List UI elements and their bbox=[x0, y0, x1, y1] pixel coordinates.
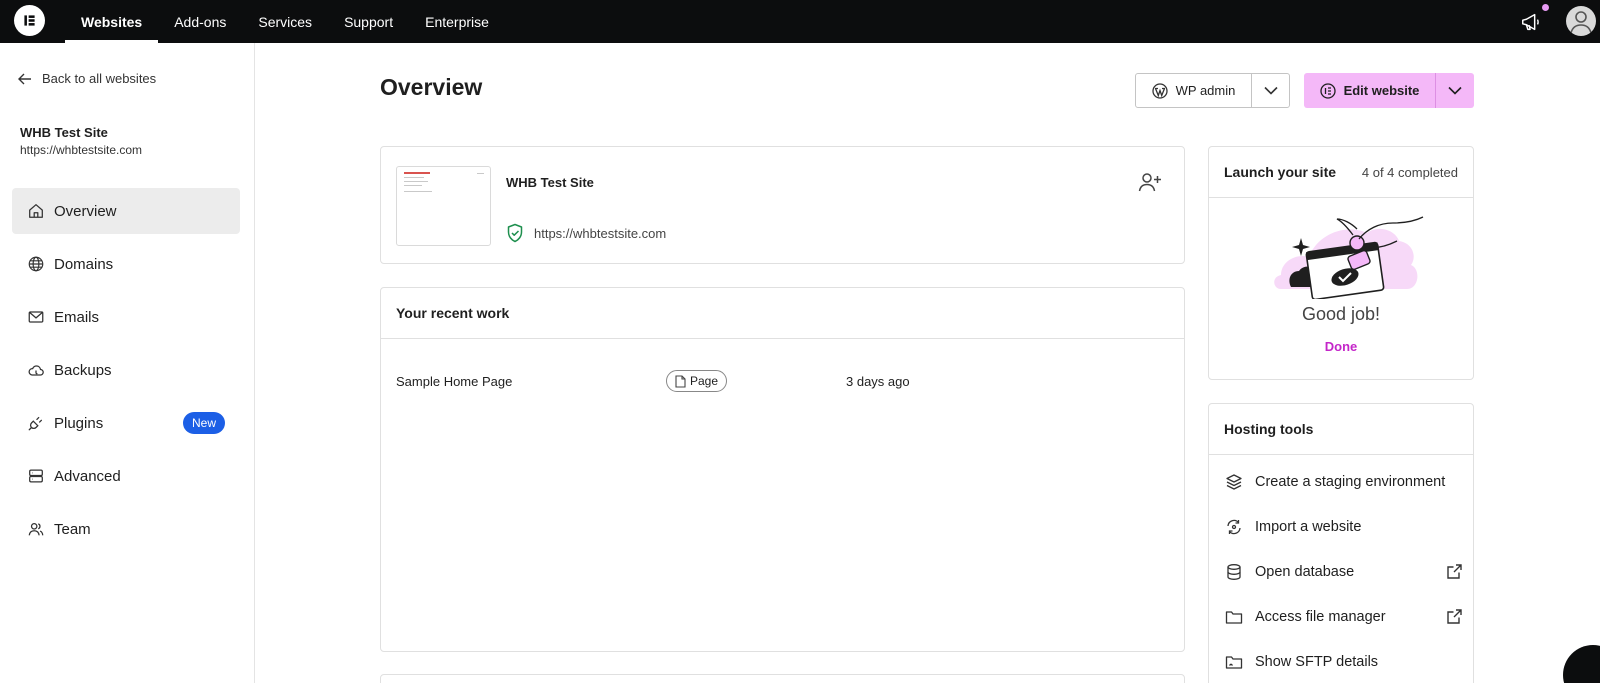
tool-create-staging[interactable]: Create a staging environment bbox=[1225, 470, 1463, 494]
top-nav-menu: Websites Add-ons Services Support Enterp… bbox=[65, 0, 505, 43]
edit-website-dropdown-button[interactable] bbox=[1436, 73, 1474, 108]
tool-label: Import a website bbox=[1255, 519, 1362, 535]
page-icon bbox=[675, 374, 686, 388]
sidebar-item-label: Domains bbox=[54, 255, 114, 273]
top-nav-addons[interactable]: Add-ons bbox=[158, 0, 242, 43]
arrow-left-icon bbox=[18, 73, 31, 84]
next-card bbox=[380, 674, 1185, 683]
stamp-illustration bbox=[1274, 216, 1424, 299]
chevron-down-icon bbox=[1263, 86, 1278, 95]
launch-progress-text: 4 of 4 completed bbox=[1361, 164, 1458, 180]
top-nav-support[interactable]: Support bbox=[328, 0, 409, 43]
sidebar-item-plugins[interactable]: Plugins New bbox=[12, 400, 240, 446]
wp-admin-button[interactable]: WP admin bbox=[1136, 74, 1252, 107]
add-user-icon[interactable] bbox=[1138, 171, 1162, 193]
folder-sync-icon bbox=[1225, 656, 1243, 669]
sidebar-item-overview[interactable]: Overview bbox=[12, 188, 240, 234]
page-type-chip: Page bbox=[666, 370, 728, 392]
top-nav-enterprise[interactable]: Enterprise bbox=[409, 0, 505, 43]
hosting-tools-card: Hosting tools Create a staging environme… bbox=[1208, 403, 1474, 683]
top-navigation-bar: Websites Add-ons Services Support Enterp… bbox=[0, 0, 1600, 43]
wp-admin-dropdown-button[interactable] bbox=[1252, 74, 1289, 107]
site-card-url-row: https://whbtestsite.com bbox=[506, 223, 666, 243]
import-icon bbox=[1227, 519, 1241, 535]
tool-import-website[interactable]: Import a website bbox=[1225, 515, 1463, 539]
sidebar: Back to all websites WHB Test Site https… bbox=[0, 43, 255, 683]
sidebar-item-backups[interactable]: Backups bbox=[12, 347, 240, 393]
chat-launcher-button[interactable] bbox=[1563, 645, 1600, 683]
cloud-icon bbox=[28, 365, 44, 376]
sidebar-item-label: Team bbox=[54, 520, 91, 538]
notification-dot bbox=[1542, 4, 1549, 11]
edit-website-button-group: Edit website bbox=[1304, 73, 1474, 108]
new-badge: New bbox=[182, 412, 225, 434]
hosting-tools-title: Hosting tools bbox=[1209, 404, 1473, 455]
page-title: Overview bbox=[380, 74, 483, 100]
wp-admin-button-group: WP admin bbox=[1135, 73, 1290, 108]
launch-card-title: Launch your site bbox=[1224, 164, 1337, 180]
recent-work-row[interactable]: Sample Home Page Page 3 days ago bbox=[396, 370, 1166, 394]
sidebar-item-label: Overview bbox=[54, 202, 117, 220]
server-icon bbox=[29, 469, 43, 483]
wp-admin-label: WP admin bbox=[1175, 83, 1236, 98]
launch-site-card: Launch your site 4 of 4 completed Good j… bbox=[1208, 146, 1474, 380]
sidebar-item-label: Advanced bbox=[54, 467, 121, 485]
recent-work-card: Your recent work Sample Home Page Page 3… bbox=[380, 287, 1185, 652]
shield-check-icon bbox=[507, 223, 523, 243]
launch-card-header: Launch your site 4 of 4 completed bbox=[1209, 147, 1473, 198]
site-summary-card: WHB Test Site https://whbtestsite.com bbox=[380, 146, 1185, 264]
top-nav-services[interactable]: Services bbox=[242, 0, 328, 43]
megaphone-icon[interactable] bbox=[1520, 11, 1542, 33]
sidebar-item-team[interactable]: Team bbox=[12, 506, 240, 552]
tool-label: Open database bbox=[1255, 564, 1355, 580]
edit-website-button[interactable]: Edit website bbox=[1304, 73, 1436, 108]
chevron-down-icon bbox=[1448, 86, 1462, 95]
tool-show-sftp-details[interactable]: Show SFTP details bbox=[1225, 650, 1463, 674]
sidebar-site-url: https://whbtestsite.com bbox=[20, 143, 143, 157]
layers-icon bbox=[1226, 474, 1242, 490]
elementor-logo-icon[interactable] bbox=[14, 5, 45, 36]
back-to-websites-link[interactable]: Back to all websites bbox=[18, 71, 156, 86]
site-thumbnail[interactable] bbox=[396, 166, 491, 246]
sidebar-item-domains[interactable]: Domains bbox=[12, 241, 240, 287]
external-link-icon bbox=[1447, 564, 1462, 579]
wordpress-icon bbox=[1151, 82, 1168, 99]
user-avatar-icon[interactable] bbox=[1566, 6, 1596, 36]
site-card-name: WHB Test Site bbox=[506, 175, 594, 190]
database-icon bbox=[1227, 564, 1241, 580]
sidebar-item-label: Plugins bbox=[54, 414, 104, 432]
sidebar-item-label: Backups bbox=[54, 361, 112, 379]
plug-icon bbox=[28, 416, 43, 431]
external-link-icon bbox=[1447, 609, 1462, 624]
team-icon bbox=[28, 522, 44, 536]
tool-access-file-manager[interactable]: Access file manager bbox=[1225, 605, 1463, 629]
page-type-label: Page bbox=[690, 374, 719, 388]
launch-message: Good job! bbox=[1301, 304, 1381, 324]
tool-label: Show SFTP details bbox=[1255, 654, 1379, 670]
sidebar-item-advanced[interactable]: Advanced bbox=[12, 453, 240, 499]
top-nav-websites[interactable]: Websites bbox=[65, 0, 159, 43]
launch-status-done[interactable]: Done bbox=[1209, 339, 1473, 354]
recent-work-title: Your recent work bbox=[381, 288, 1184, 339]
elementor-icon bbox=[1319, 82, 1336, 99]
edit-website-label: Edit website bbox=[1343, 83, 1420, 98]
mail-icon bbox=[28, 311, 44, 323]
back-link-label: Back to all websites bbox=[42, 71, 157, 86]
tool-label: Create a staging environment bbox=[1255, 474, 1446, 490]
home-icon bbox=[29, 204, 43, 218]
tool-open-database[interactable]: Open database bbox=[1225, 560, 1463, 584]
recent-work-name[interactable]: Sample Home Page bbox=[396, 374, 512, 389]
folder-icon bbox=[1225, 611, 1243, 624]
sidebar-menu: Overview Domains Emails Backups Plugins … bbox=[12, 188, 240, 559]
globe-icon bbox=[28, 256, 44, 272]
tool-label: Access file manager bbox=[1255, 609, 1386, 625]
site-card-url[interactable]: https://whbtestsite.com bbox=[534, 226, 666, 241]
sidebar-item-emails[interactable]: Emails bbox=[12, 294, 240, 340]
recent-work-time: 3 days ago bbox=[846, 374, 910, 389]
sidebar-site-name: WHB Test Site bbox=[20, 125, 108, 140]
sidebar-item-label: Emails bbox=[54, 308, 100, 326]
